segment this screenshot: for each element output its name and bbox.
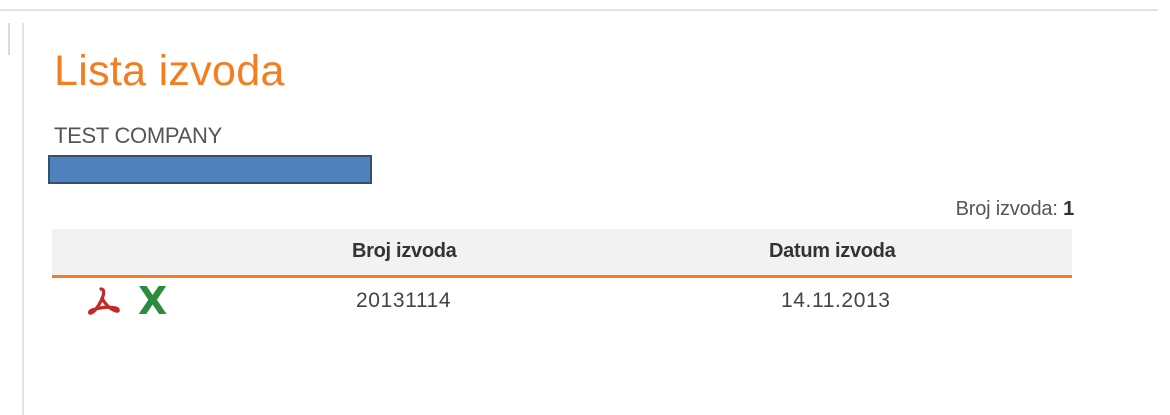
table-row: X 20131114 14.11.2013	[52, 278, 1072, 328]
statement-count-label: Broj izvoda:	[955, 198, 1058, 220]
left-divider-short	[8, 23, 10, 55]
column-header-number: Broj izvoda	[352, 240, 457, 262]
company-name: TEST COMPANY	[54, 123, 222, 148]
page-title: Lista izvoda	[54, 47, 285, 95]
table-header: Broj izvoda Datum izvoda	[52, 229, 1072, 278]
statement-count-value: 1	[1063, 198, 1074, 220]
left-divider	[22, 23, 24, 415]
redacted-block	[48, 155, 372, 184]
pdf-icon[interactable]	[86, 284, 122, 320]
excel-icon[interactable]: X	[138, 279, 167, 323]
statement-number: 20131114	[356, 289, 452, 312]
column-header-date: Datum izvoda	[769, 240, 896, 262]
statement-list-panel: Lista izvoda TEST COMPANY Broj izvoda: 1…	[48, 0, 1075, 415]
statements-table: Broj izvoda Datum izvoda X 20131114 14.1…	[52, 229, 1072, 328]
statement-date: 14.11.2013	[781, 289, 891, 312]
statement-count: Broj izvoda: 1	[955, 198, 1075, 221]
